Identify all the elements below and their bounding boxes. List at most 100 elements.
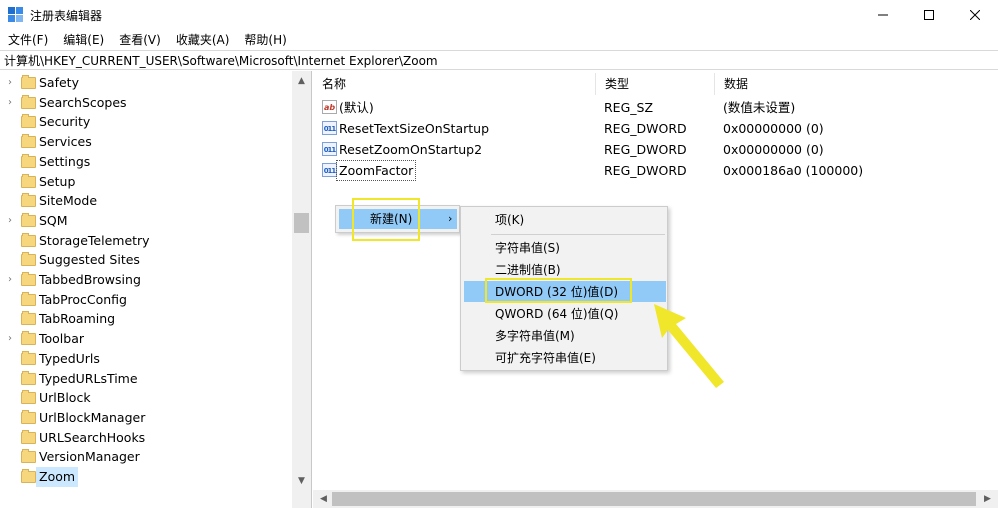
string-value-icon: ab (322, 100, 337, 114)
tree-line-icon (8, 112, 16, 132)
folder-icon (21, 449, 36, 464)
folder-icon (21, 153, 36, 168)
tree-item[interactable]: UrlBlock (0, 388, 292, 408)
tree-line-icon (8, 191, 16, 211)
value-name: ZoomFactor (335, 160, 417, 181)
submenu-item-key[interactable]: 项(K) (495, 209, 524, 231)
folder-icon (21, 94, 36, 109)
tree-item-label: Safety (39, 75, 79, 90)
binary-value-icon: 011 (322, 142, 337, 156)
expand-chevron-icon[interactable]: › (8, 211, 16, 231)
tree-item-label: Settings (39, 153, 91, 169)
submenu-item-multistring[interactable]: 多字符串值(M) (495, 325, 575, 347)
tree-item-label: TabbedBrowsing (39, 272, 141, 287)
folder-icon (21, 311, 36, 326)
close-button[interactable] (952, 0, 998, 30)
column-header-name[interactable]: 名称 (313, 73, 596, 95)
tree-item[interactable]: › SearchScopes (0, 93, 292, 113)
tree-item[interactable]: › Safety (0, 73, 292, 93)
tree-line-icon (8, 349, 16, 369)
value-type: REG_DWORD (604, 121, 687, 136)
maximize-button[interactable] (906, 0, 952, 30)
tree-item[interactable]: Suggested Sites (0, 250, 292, 270)
tree-item[interactable]: TypedUrls (0, 349, 292, 369)
tree-item-label: TypedUrls (39, 350, 100, 366)
scroll-up-icon[interactable]: ▲ (292, 73, 311, 90)
tree-line-icon (8, 447, 16, 467)
submenu-item-expandstring[interactable]: 可扩充字符串值(E) (495, 347, 596, 369)
folder-icon (21, 272, 36, 286)
folder-icon (21, 134, 36, 149)
tree-item-label: SearchScopes (39, 94, 127, 110)
tree-item[interactable]: › TabbedBrowsing (0, 270, 292, 290)
submenu-item-string[interactable]: 字符串值(S) (495, 237, 560, 259)
folder-icon (21, 212, 36, 227)
tree-item[interactable]: › SQM (0, 211, 292, 231)
submenu-arrow-icon: › (448, 212, 453, 225)
tree-item[interactable]: TabRoaming (0, 309, 292, 329)
tree-item[interactable]: VersionManager (0, 447, 292, 467)
tree-item[interactable]: Settings (0, 152, 292, 172)
tree-item[interactable]: UrlBlockManager (0, 408, 292, 428)
menu-file[interactable]: 文件(F) (0, 30, 55, 50)
folder-icon (21, 390, 36, 405)
tree-item-label: Security (39, 114, 91, 130)
tree-item[interactable]: Services (0, 132, 292, 152)
submenu-separator (491, 234, 665, 235)
tree-vertical-scrollbar[interactable]: ▲ ▼ (292, 71, 311, 508)
menu-edit[interactable]: 编辑(E) (55, 30, 111, 50)
value-row[interactable]: 011 ZoomFactor REG_DWORD 0x000186a0 (100000… (313, 160, 998, 181)
scroll-left-icon[interactable]: ◀ (315, 490, 332, 508)
folder-icon (21, 232, 36, 247)
expand-chevron-icon[interactable]: › (8, 93, 16, 113)
minimize-button[interactable] (860, 0, 906, 30)
tree-item[interactable]: URLSearchHooks (0, 428, 292, 448)
tree-line-icon (8, 250, 16, 270)
tree-item[interactable]: SiteMode (0, 191, 292, 211)
tree-item[interactable]: TabProcConfig (0, 290, 292, 310)
tree-line-icon (8, 172, 16, 192)
expand-chevron-icon[interactable]: › (8, 270, 16, 290)
value-row[interactable]: 011 ResetZoomOnStartup2 REG_DWORD 0x0000000… (313, 139, 998, 160)
annotation-box-new (352, 198, 420, 241)
menu-view[interactable]: 查看(V) (111, 30, 168, 50)
folder-icon (21, 469, 36, 483)
column-header-data[interactable]: 数据 (715, 73, 998, 95)
value-row[interactable]: ab (默认) REG_SZ (数值未设置) (313, 97, 998, 118)
scroll-right-icon[interactable]: ▶ (979, 490, 996, 508)
menu-bar: 文件(F) 编辑(E) 查看(V) 收藏夹(A) 帮助(H) (0, 30, 998, 50)
tree-item[interactable]: TypedURLsTime (0, 369, 292, 389)
scroll-down-icon[interactable]: ▼ (292, 473, 311, 490)
folder-icon (21, 350, 36, 365)
title-bar: 注册表编辑器 (0, 0, 998, 30)
expand-chevron-icon[interactable]: › (8, 73, 16, 93)
expand-chevron-icon[interactable]: › (8, 329, 16, 349)
folder-icon (21, 114, 36, 129)
tree-item[interactable]: StorageTelemetry (0, 231, 292, 251)
menu-favorites[interactable]: 收藏夹(A) (168, 30, 237, 50)
tree-item[interactable]: › Toolbar (0, 329, 292, 349)
tree-line-icon (8, 132, 16, 152)
tree-line-icon (8, 290, 16, 310)
list-horizontal-scrollbar[interactable]: ◀ ▶ (313, 490, 998, 508)
menu-help[interactable]: 帮助(H) (236, 30, 293, 50)
tree-item[interactable]: Zoom (0, 467, 292, 487)
tree-item-label: StorageTelemetry (39, 232, 150, 248)
binary-value-icon: 011 (322, 121, 337, 135)
address-bar[interactable]: 计算机\HKEY_CURRENT_USER\Software\Microsoft… (0, 50, 998, 70)
folder-icon (21, 370, 36, 385)
value-data: 0x000186a0 (100000) (723, 163, 864, 178)
hscroll-thumb[interactable] (332, 492, 976, 506)
submenu-item-qword[interactable]: QWORD (64 位)值(Q) (495, 303, 618, 325)
scroll-thumb[interactable] (294, 213, 309, 233)
tree-item[interactable]: Security (0, 112, 292, 132)
value-data: (数值未设置) (723, 100, 796, 115)
tree-item[interactable]: Setup (0, 172, 292, 192)
value-row[interactable]: 011 ResetTextSizeOnStartup REG_DWORD 0x0000… (313, 118, 998, 139)
folder-icon (21, 291, 36, 306)
close-icon (970, 10, 980, 20)
annotation-box-dword (485, 278, 632, 303)
tree-line-icon (8, 152, 16, 172)
column-header-type[interactable]: 类型 (596, 73, 715, 95)
folder-icon (21, 75, 36, 89)
